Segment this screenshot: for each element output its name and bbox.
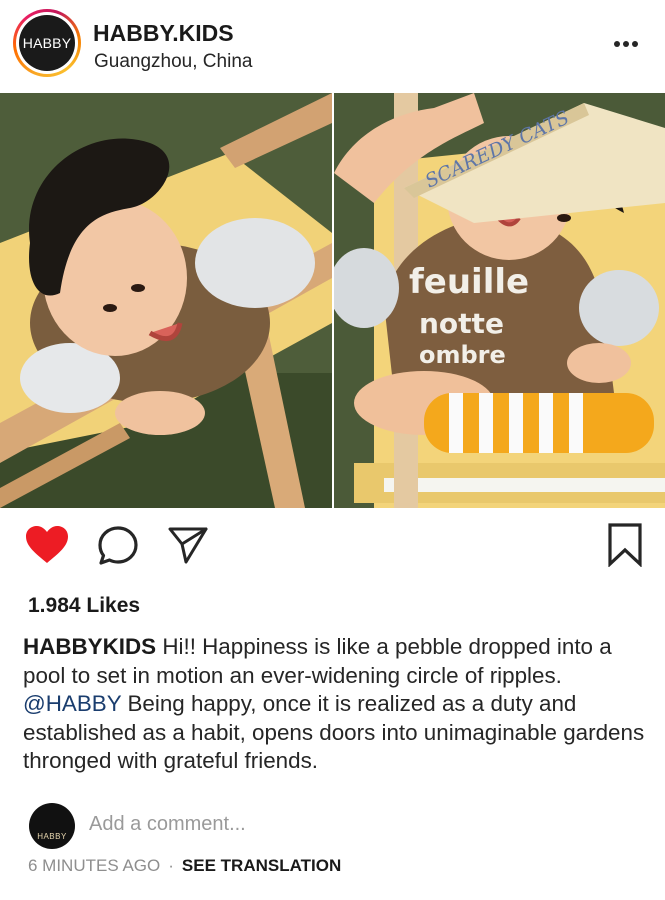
commenter-avatar: HABBY: [29, 803, 75, 849]
post-photo-carousel[interactable]: feuille notte ombre SCAREDY CATS: [0, 93, 665, 508]
post-timestamp: 6 MINUTES AGO: [28, 856, 161, 875]
commenter-avatar-text: HABBY: [37, 832, 67, 841]
post-caption: HABBYKIDS Hi!! Happiness is like a pebbl…: [23, 633, 648, 776]
comment-input[interactable]: [89, 813, 489, 836]
post-actions-bar: [0, 518, 665, 574]
profile-avatar[interactable]: HABBY: [13, 9, 81, 77]
post-photo-left: [0, 93, 332, 508]
caption-username[interactable]: HABBYKIDS: [23, 634, 156, 659]
see-translation-link[interactable]: SEE TRANSLATION: [182, 856, 341, 875]
username[interactable]: HABBY.KIDS: [93, 20, 234, 47]
more-horizontal-icon[interactable]: [611, 38, 641, 50]
comment-icon[interactable]: [97, 525, 139, 567]
bookmark-icon[interactable]: [607, 523, 643, 568]
post-footer: 6 MINUTES AGO · SEE TRANSLATION: [28, 856, 341, 876]
post-header: HABBY HABBY.KIDS Guangzhou, China: [0, 0, 665, 93]
footer-separator: ·: [168, 856, 174, 875]
location-label[interactable]: Guangzhou, China: [94, 51, 252, 73]
heart-icon[interactable]: [25, 525, 69, 565]
svg-text:ombre: ombre: [419, 341, 506, 369]
avatar-logo-text: HABBY: [19, 15, 75, 71]
add-comment-row: HABBY: [29, 803, 629, 849]
likes-count[interactable]: 1.984 Likes: [28, 594, 140, 618]
shirt-print-text: feuille: [409, 262, 529, 302]
svg-text:notte: notte: [419, 307, 504, 340]
post-photo-right: feuille notte ombre SCAREDY CATS: [334, 93, 665, 508]
caption-mention-link[interactable]: @HABBY: [23, 691, 121, 716]
send-icon[interactable]: [167, 525, 209, 565]
